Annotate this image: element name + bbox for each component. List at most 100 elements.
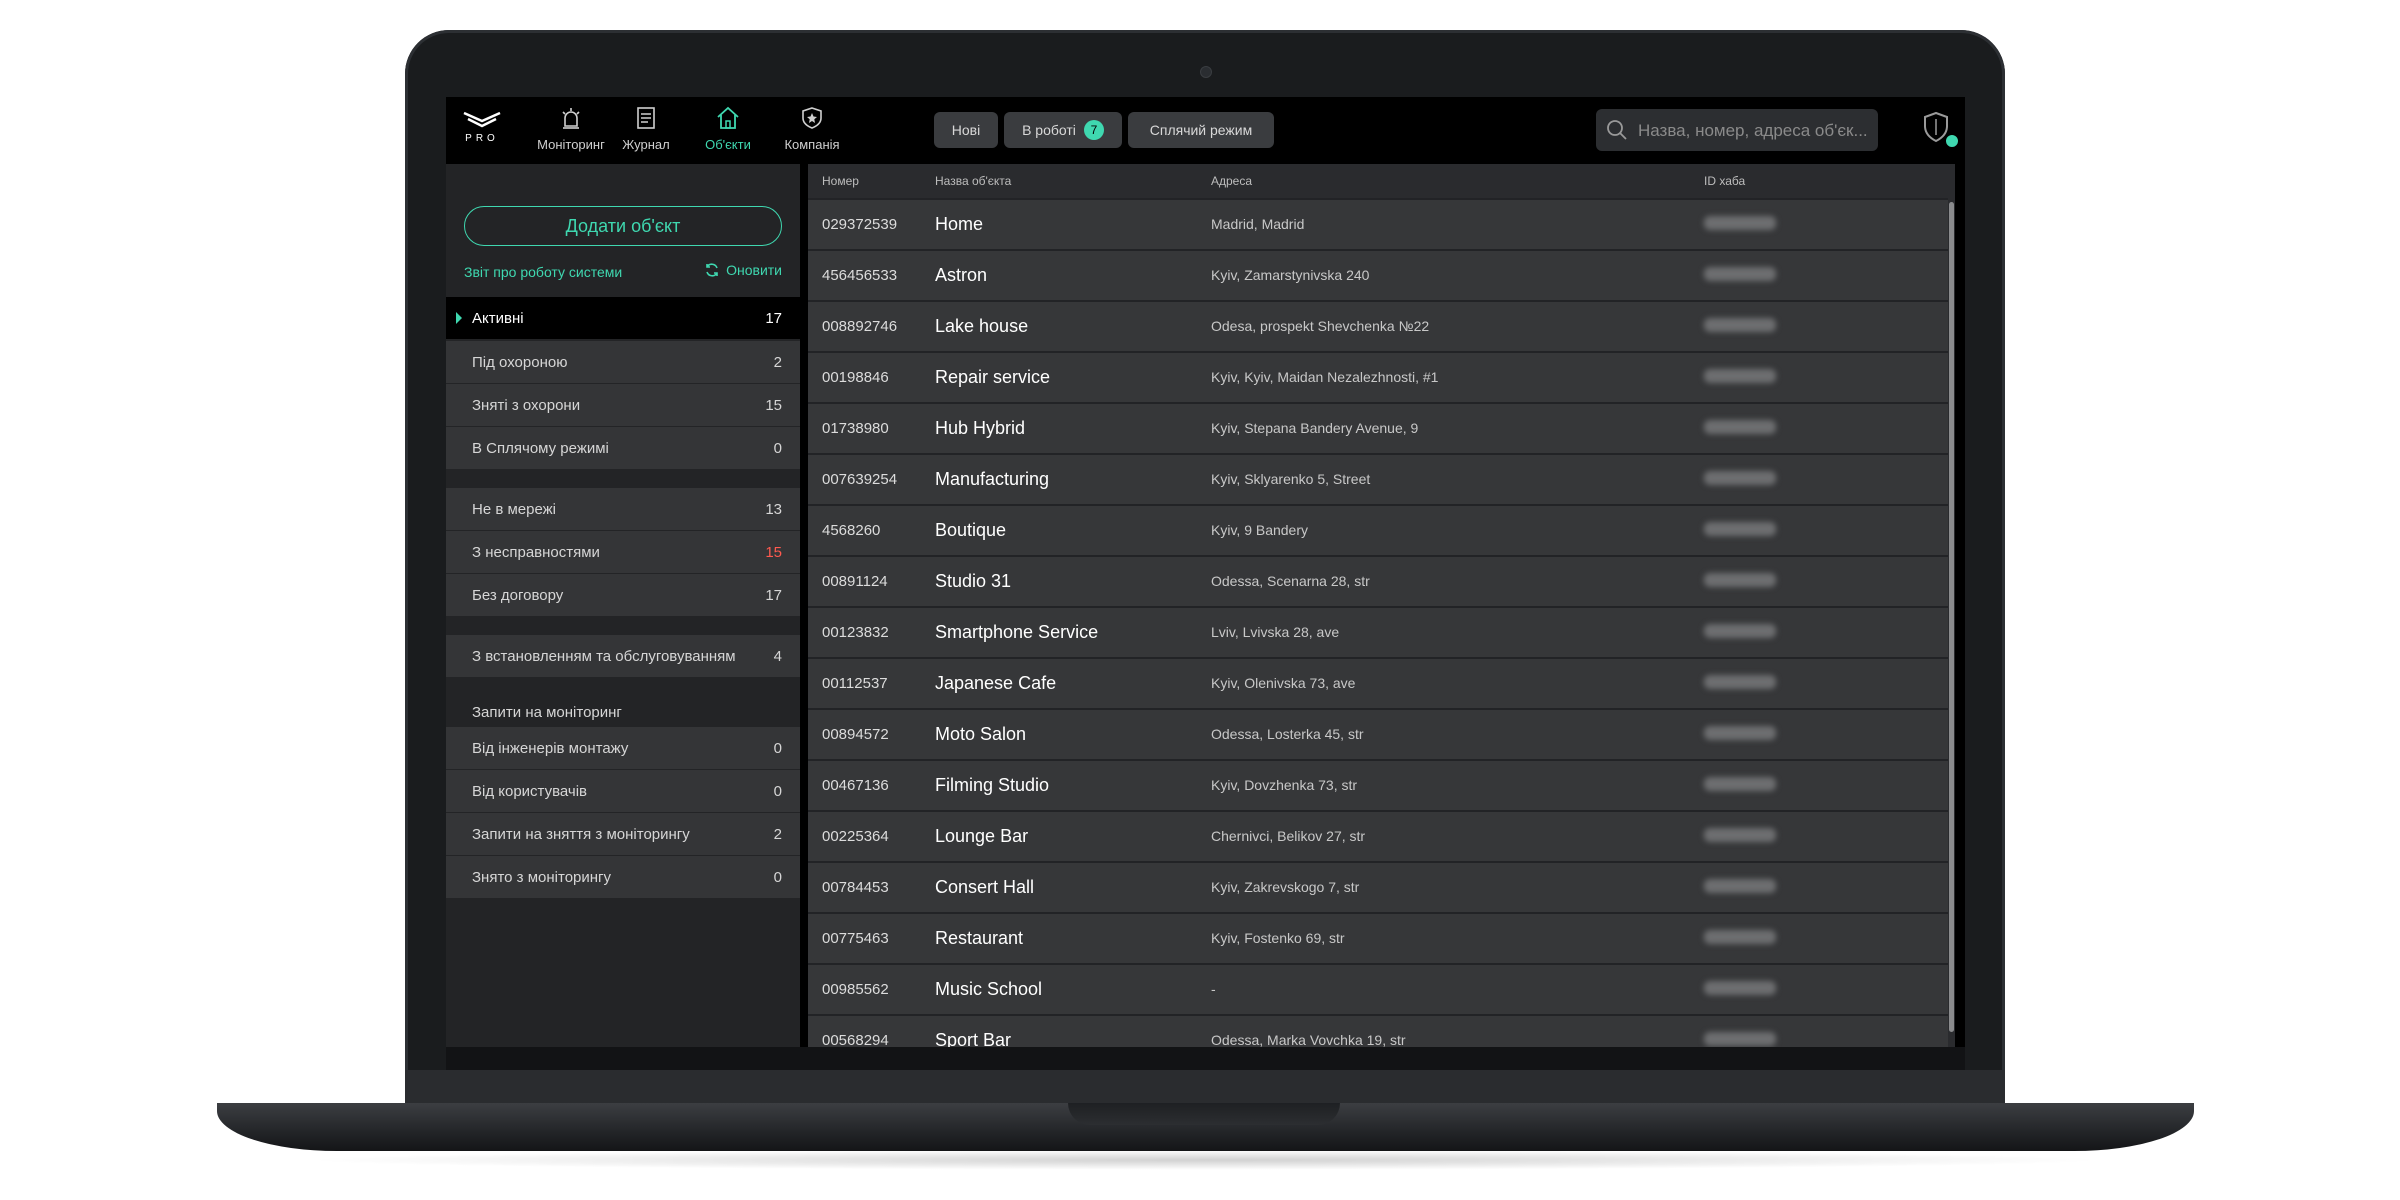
filter-in-work-label: В роботі [1022,122,1076,138]
sidebar-item-disarmed[interactable]: Зняті з охорони 15 [446,384,800,426]
table-row[interactable]: 456456533 Astron Kyiv, Zamarstynivska 240 [808,251,1948,300]
sidebar-item-count: 4 [773,648,782,665]
table-row[interactable]: 008892746 Lake house Odesa, prospekt Shevc… [808,302,1948,351]
table-row[interactable]: 00985562 Music School - [808,965,1948,1014]
column-header-number[interactable]: Номер [822,174,859,188]
filter-in-work-chip[interactable]: В роботі 7 [1004,112,1122,148]
sidebar-item-count: 17 [765,587,782,604]
table-row[interactable]: 00112537 Japanese Cafe Kyiv, Olenivska 73,… [808,659,1948,708]
filter-new-label: Нові [951,122,981,138]
table-row[interactable]: 00467136 Filming Studio Kyiv, Dovzhenka 73… [808,761,1948,810]
sidebar-item-removal-requests[interactable]: Запити на зняття з моніторингу 2 [446,813,800,855]
hub-id-blurred [1704,828,1776,842]
sidebar-item-no-contract[interactable]: Без договору 17 [446,574,800,616]
object-name: Manufacturing [935,469,1050,489]
nav-monitoring[interactable]: Моніторинг [532,105,610,159]
add-object-button[interactable]: Додати об'єкт [464,206,782,246]
sidebar-item-count: 0 [773,740,782,757]
sidebar-item-malfunctions[interactable]: З несправностями 15 [446,531,800,573]
object-name: Japanese Cafe [935,673,1057,693]
hub-id-blurred [1704,369,1776,383]
screen-bottom-edge [446,1047,1965,1070]
scrollbar-thumb[interactable] [1949,202,1954,1032]
table-row[interactable]: 4568260 Boutique Kyiv, 9 Bandery [808,506,1948,555]
table-row[interactable]: 00775463 Restaurant Kyiv, Fostenko 69, str [808,914,1948,963]
refresh-button[interactable]: Оновити [704,262,782,278]
refresh-icon [706,263,718,277]
sidebar-item-count: 17 [765,310,782,327]
object-name: Restaurant [935,928,1024,948]
table-scrollbar[interactable] [1948,198,1955,1047]
table-row[interactable]: 00123832 Smartphone Service Lviv, Lvivska … [808,608,1948,657]
online-status-dot [1944,133,1960,149]
sidebar: Додати об'єкт Звіт про роботу системи Он… [446,164,800,1047]
table-row[interactable]: 01738980 Hub Hybrid Kyiv, Stepana Bandery … [808,404,1948,453]
sidebar-item-sleep-mode[interactable]: В Сплячому режимі 0 [446,427,800,469]
filter-new-chip[interactable]: Нові [934,112,998,148]
filter-sleep-label: Сплячий режим [1149,122,1253,138]
object-name: Repair service [935,367,1051,387]
sidebar-item-count: 0 [773,440,782,457]
object-name: Filming Studio [935,775,1050,795]
object-number: 00198846 [822,369,889,386]
search-input[interactable] [1636,109,1874,153]
sidebar-item-label: З встановленням та обслуговуванням [472,648,736,665]
sidebar-item-offline[interactable]: Не в мережі 13 [446,488,800,530]
filter-sleep-chip[interactable]: Сплячий режим [1128,112,1274,148]
top-bar: PRO Моніторинг Журнал Об'єкти Компанія Н… [446,97,1965,164]
hub-id-blurred [1704,573,1776,587]
table-row[interactable]: 029372539 Home Madrid, Madrid [808,200,1948,249]
nav-objects[interactable]: Об'єкти [700,105,756,159]
object-number: 00568294 [822,1032,889,1047]
object-name: Moto Salon [935,724,1027,744]
object-name: Hub Hybrid [935,418,1026,438]
table-row[interactable]: 00225364 Lounge Bar Chernivci, Belikov 27,… [808,812,1948,861]
sidebar-item-removed[interactable]: Знято з моніторингу 0 [446,856,800,898]
search-box[interactable] [1596,109,1878,153]
nav-company[interactable]: Компанія [780,105,844,159]
object-name: Astron [935,265,988,285]
account-shield-button[interactable] [1922,111,1960,151]
camera-icon [1200,66,1212,78]
column-header-address[interactable]: Адреса [1211,174,1252,188]
sidebar-item-label: Без договору [472,587,564,604]
alarm-bell-icon [532,105,610,131]
object-address: Kyiv, Olenivska 73, ave [1211,675,1356,691]
laptop-shadow [300,1150,2110,1170]
system-report-link[interactable]: Звіт про роботу системи [464,264,622,280]
sidebar-item-label: Зняті з охорони [472,397,581,414]
object-name: Music School [935,979,1043,999]
sidebar-item-from-users[interactable]: Від користувачів 0 [446,770,800,812]
table-row[interactable]: 00198846 Repair service Kyiv, Kyiv, Maidan… [808,353,1948,402]
sidebar-item-installation-service[interactable]: З встановленням та обслуговуванням 4 [446,635,800,677]
table-header: Номер Назва об'єкта Адреса ID хаба [808,164,1955,198]
table-row[interactable]: 00568294 Sport Bar Odessa, Marka Vovchka 1… [808,1016,1948,1047]
nav-journal-label: Журнал [622,137,670,152]
object-number: 456456533 [822,267,898,284]
hub-id-blurred [1704,420,1776,434]
column-header-name[interactable]: Назва об'єкта [935,174,1011,188]
object-address: Chernivci, Belikov 27, str [1211,828,1366,844]
sidebar-item-count: 2 [773,354,782,371]
sidebar-item-active[interactable]: Активні 17 [446,297,800,339]
sidebar-item-label: Від інженерів монтажу [472,740,629,757]
table-row[interactable]: 007639254 Manufacturing Kyiv, Sklyarenko 5… [808,455,1948,504]
table-row[interactable]: 00784453 Consert Hall Kyiv, Zakrevskogo 7,… [808,863,1948,912]
object-number: 00225364 [822,828,889,845]
object-address: Kyiv, Stepana Bandery Avenue, 9 [1211,420,1419,436]
sidebar-item-count: 0 [773,783,782,800]
object-address: Kyiv, Dovzhenka 73, str [1211,777,1358,793]
sidebar-item-armed[interactable]: Під охороною 2 [446,341,800,383]
object-address: Kyiv, Zakrevskogo 7, str [1211,879,1360,895]
nav-journal[interactable]: Журнал [618,105,674,159]
hub-id-blurred [1704,267,1776,281]
object-address: Odessa, Scenarna 28, str [1211,573,1370,589]
table-row[interactable]: 00891124 Studio 31 Odessa, Scenarna 28, st… [808,557,1948,606]
company-shield-icon [780,105,844,131]
object-address: Lviv, Lvivska 28, ave [1211,624,1340,640]
table-row[interactable]: 00894572 Moto Salon Odessa, Losterka 45, s… [808,710,1948,759]
logo[interactable]: PRO [458,109,506,153]
column-header-hub-id[interactable]: ID хаба [1704,174,1745,188]
sidebar-item-from-installers[interactable]: Від інженерів монтажу 0 [446,727,800,769]
object-number: 00784453 [822,879,889,896]
